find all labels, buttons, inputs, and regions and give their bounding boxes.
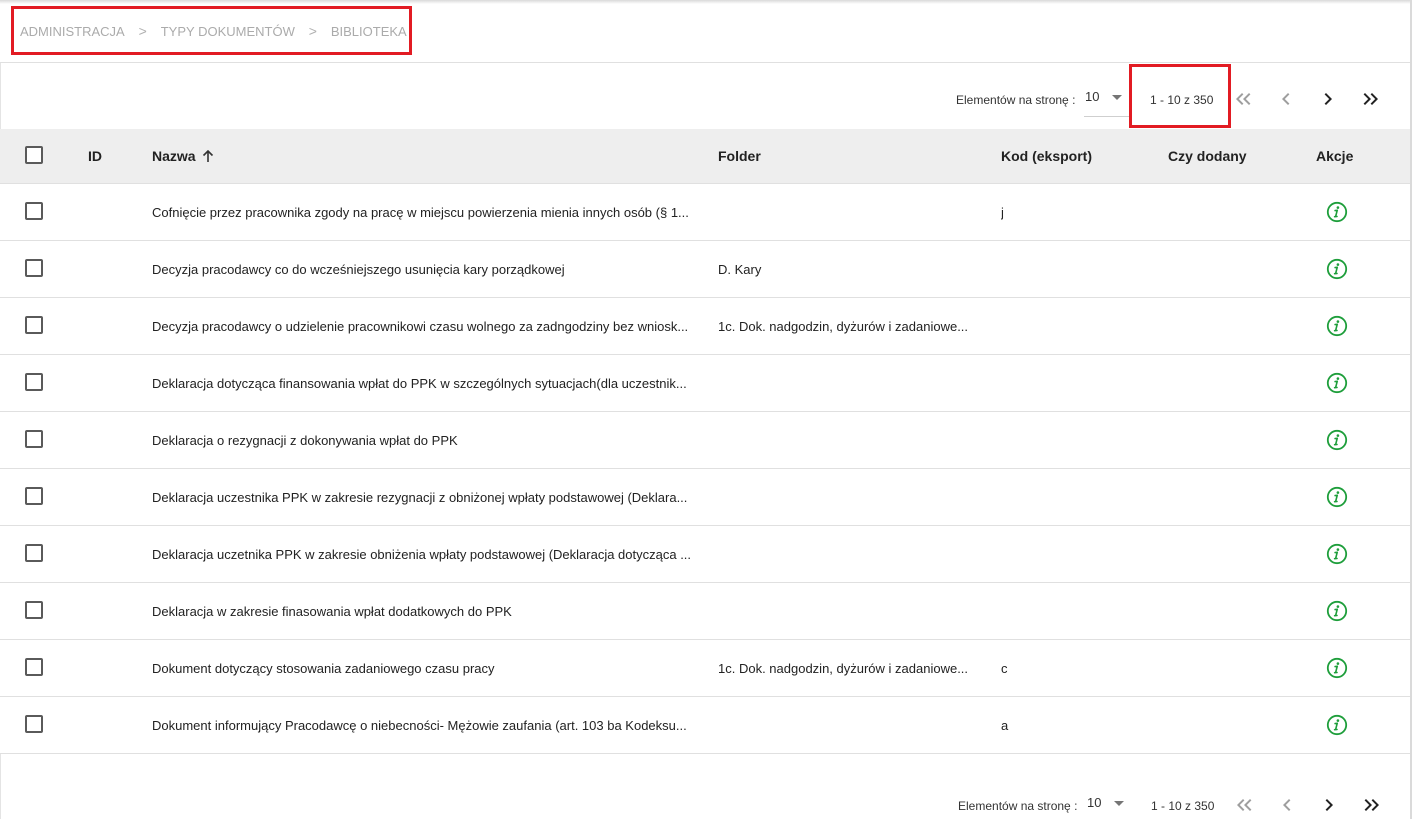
table-row[interactable]: Cofnięcie przez pracownika zgody na prac… bbox=[0, 184, 1410, 241]
items-per-page-select[interactable]: 10 bbox=[1086, 786, 1132, 822]
last-page-button[interactable] bbox=[1357, 86, 1383, 112]
double-chevron-left-icon bbox=[1236, 93, 1251, 105]
info-icon[interactable] bbox=[1326, 372, 1348, 394]
cell-code: j bbox=[1001, 205, 1004, 220]
items-per-page-label: Elementów na stronę : bbox=[956, 93, 1076, 107]
cell-name: Dokument dotyczący stosowania zadanioweg… bbox=[152, 661, 495, 676]
double-chevron-right-icon bbox=[1364, 799, 1379, 811]
cell-name: Cofnięcie przez pracownika zgody na prac… bbox=[152, 205, 689, 220]
cell-name: Deklaracja uczestnika PPK w zakresie rez… bbox=[152, 490, 688, 505]
cell-code: a bbox=[1001, 718, 1009, 733]
caret-down-icon bbox=[1114, 801, 1124, 806]
page-range-label: 1 - 10 z 350 bbox=[1151, 799, 1215, 813]
double-chevron-left-icon bbox=[1237, 799, 1252, 811]
row-checkbox[interactable] bbox=[25, 202, 43, 220]
table-body: Cofnięcie przez pracownika zgody na prac… bbox=[0, 184, 1410, 754]
items-per-page-value: 10 bbox=[1085, 89, 1100, 104]
next-page-button[interactable] bbox=[1315, 86, 1341, 112]
documents-table: ID Nazwa Folder Kod (eksport) Czy dodany… bbox=[0, 129, 1410, 754]
column-header-code[interactable]: Kod (eksport) bbox=[1001, 148, 1092, 164]
row-checkbox[interactable] bbox=[25, 373, 43, 391]
row-checkbox[interactable] bbox=[25, 601, 43, 619]
first-page-button[interactable] bbox=[1231, 86, 1257, 112]
table-row[interactable]: Decyzja pracodawcy o udzielenie pracowni… bbox=[0, 298, 1410, 355]
row-checkbox[interactable] bbox=[25, 430, 43, 448]
header-divider bbox=[0, 62, 1410, 63]
table-row[interactable]: Deklaracja uczetnika PPK w zakresie obni… bbox=[0, 526, 1410, 583]
info-icon[interactable] bbox=[1326, 600, 1348, 622]
info-icon[interactable] bbox=[1326, 201, 1348, 223]
cell-name: Deklaracja dotycząca finansowania wpłat … bbox=[152, 376, 687, 391]
info-icon[interactable] bbox=[1326, 258, 1348, 280]
table-row[interactable]: Deklaracja o rezygnacji z dokonywania wp… bbox=[0, 412, 1410, 469]
row-checkbox[interactable] bbox=[25, 544, 43, 562]
last-page-button[interactable] bbox=[1358, 792, 1384, 818]
items-per-page-label: Elementów na stronę : bbox=[958, 799, 1078, 813]
chevron-left-icon bbox=[1283, 799, 1291, 811]
caret-down-icon bbox=[1112, 95, 1122, 100]
cell-code: c bbox=[1001, 661, 1008, 676]
column-header-name-label: Nazwa bbox=[152, 148, 196, 164]
info-icon[interactable] bbox=[1326, 714, 1348, 736]
chevron-right-icon bbox=[1324, 93, 1332, 105]
row-checkbox[interactable] bbox=[25, 715, 43, 733]
cell-name: Deklaracja o rezygnacji z dokonywania wp… bbox=[152, 433, 458, 448]
cell-folder: D. Kary bbox=[718, 262, 762, 277]
previous-page-button[interactable] bbox=[1274, 792, 1300, 818]
table-header: ID Nazwa Folder Kod (eksport) Czy dodany… bbox=[0, 129, 1410, 184]
cell-name: Decyzja pracodawcy co do wcześniejszego … bbox=[152, 262, 565, 277]
previous-page-button[interactable] bbox=[1273, 86, 1299, 112]
highlight-box-page-range bbox=[1129, 64, 1231, 128]
chevron-left-icon bbox=[1282, 93, 1290, 105]
top-shadow bbox=[0, 0, 1412, 4]
info-icon[interactable] bbox=[1326, 657, 1348, 679]
cell-folder: 1c. Dok. nadgodzin, dyżurów i zadaniowe.… bbox=[718, 319, 969, 334]
info-icon[interactable] bbox=[1326, 429, 1348, 451]
table-row[interactable]: Dokument informujący Pracodawcę o niebec… bbox=[0, 697, 1410, 754]
column-header-actions: Akcje bbox=[1316, 148, 1354, 164]
info-icon[interactable] bbox=[1326, 486, 1348, 508]
column-header-folder[interactable]: Folder bbox=[718, 148, 761, 164]
arrow-up-icon bbox=[202, 150, 213, 162]
items-per-page-select[interactable]: 10 bbox=[1084, 80, 1130, 117]
select-all-checkbox[interactable] bbox=[25, 146, 43, 164]
cell-name: Decyzja pracodawcy o udzielenie pracowni… bbox=[152, 319, 689, 334]
highlight-box-breadcrumb bbox=[11, 6, 412, 55]
table-row[interactable]: Dokument dotyczący stosowania zadanioweg… bbox=[0, 640, 1410, 697]
info-icon[interactable] bbox=[1326, 315, 1348, 337]
items-per-page-value: 10 bbox=[1087, 795, 1102, 810]
cell-name: Deklaracja uczetnika PPK w zakresie obni… bbox=[152, 547, 692, 562]
table-row[interactable]: Decyzja pracodawcy co do wcześniejszego … bbox=[0, 241, 1410, 298]
row-checkbox[interactable] bbox=[25, 259, 43, 277]
chevron-right-icon bbox=[1325, 799, 1333, 811]
cell-name: Dokument informujący Pracodawcę o niebec… bbox=[152, 718, 687, 733]
double-chevron-right-icon bbox=[1363, 93, 1378, 105]
column-header-name[interactable]: Nazwa bbox=[152, 148, 214, 164]
cell-name: Deklaracja w zakresie finasowania wpłat … bbox=[152, 604, 512, 619]
table-row[interactable]: Deklaracja uczestnika PPK w zakresie rez… bbox=[0, 469, 1410, 526]
row-checkbox[interactable] bbox=[25, 487, 43, 505]
paginator-bottom: Elementów na stronę : 10 1 - 10 z 350 bbox=[0, 786, 1412, 826]
table-row[interactable]: Deklaracja dotycząca finansowania wpłat … bbox=[0, 355, 1410, 412]
column-header-id[interactable]: ID bbox=[88, 148, 102, 164]
cell-folder: 1c. Dok. nadgodzin, dyżurów i zadaniowe.… bbox=[718, 661, 969, 676]
row-checkbox[interactable] bbox=[25, 658, 43, 676]
column-header-added[interactable]: Czy dodany bbox=[1168, 148, 1247, 164]
table-row[interactable]: Deklaracja w zakresie finasowania wpłat … bbox=[0, 583, 1410, 640]
first-page-button[interactable] bbox=[1232, 792, 1258, 818]
row-checkbox[interactable] bbox=[25, 316, 43, 334]
next-page-button[interactable] bbox=[1316, 792, 1342, 818]
info-icon[interactable] bbox=[1326, 543, 1348, 565]
